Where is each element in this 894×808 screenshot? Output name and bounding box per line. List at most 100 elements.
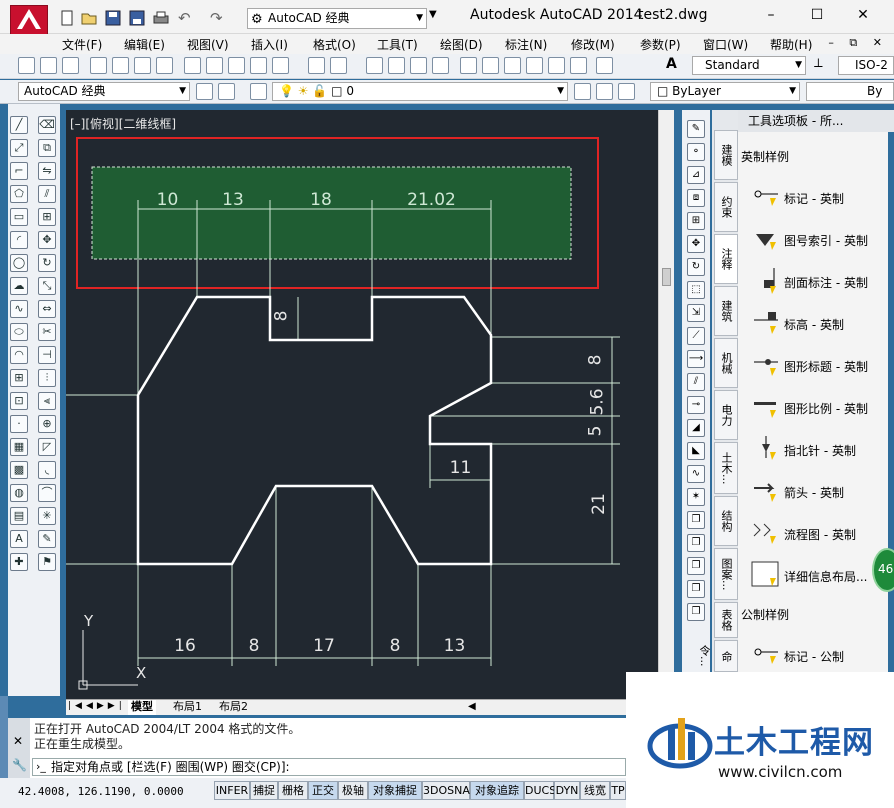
- tab-mechanical[interactable]: 机械: [714, 338, 738, 388]
- scale-tool-icon[interactable]: ⬚: [687, 281, 705, 299]
- dim-label: 8: [389, 636, 401, 656]
- status-polar[interactable]: 极轴: [338, 781, 368, 800]
- section-mark-icon: [764, 268, 776, 294]
- status-3dosnap[interactable]: 3DOSNAP: [422, 781, 477, 800]
- north-arrow-icon: [762, 436, 776, 460]
- dim-label: 17: [313, 636, 335, 656]
- tab-electrical[interactable]: 电力: [714, 390, 738, 440]
- layout-tabs-bar: |◀◀▶▶| 模型 布局1 布局2 ◀: [66, 699, 674, 715]
- command-window-handle[interactable]: ✕ 🔧: [8, 718, 30, 778]
- palette-item-label: 流程图 - 英制: [784, 528, 856, 542]
- dim-label: 8: [585, 354, 606, 366]
- mirror-tool-icon[interactable]: ⊿: [687, 166, 705, 184]
- prompt-icon: ›_: [36, 760, 46, 773]
- tool-palette-title[interactable]: 工具选项板 - 所...: [738, 110, 894, 132]
- stretch-tool-icon[interactable]: ⇲: [687, 304, 705, 322]
- tab-structural[interactable]: 结构: [714, 496, 738, 546]
- command-prompt: 指定对角点或 [栏选(F) 圈围(WP) 圈交(CP)]:: [51, 760, 290, 774]
- join-tool-icon[interactable]: ⊸: [687, 396, 705, 414]
- dim-label: 21.02: [407, 190, 456, 210]
- explode-tool-icon[interactable]: ✶: [687, 488, 705, 506]
- scale-bar-icon: [754, 402, 776, 418]
- coordinate-readout[interactable]: 42.4008, 126.1190, 0.0000: [18, 785, 184, 798]
- stack-2-icon[interactable]: ❐: [687, 534, 705, 552]
- vertical-scrollbar[interactable]: [658, 110, 674, 700]
- stack-3-icon[interactable]: ❐: [687, 557, 705, 575]
- dim-label: 5.6: [587, 388, 608, 416]
- dim-label: 10: [156, 190, 179, 210]
- title-mark-icon: [754, 359, 778, 376]
- status-grid[interactable]: 栅格: [278, 781, 308, 800]
- section-imperial: 英制样例: [741, 150, 790, 164]
- tab-layout1[interactable]: 布局1: [170, 700, 205, 715]
- break-tool-icon[interactable]: ⫽: [687, 373, 705, 391]
- ucs-x-label: X: [136, 664, 147, 682]
- notification-badge[interactable]: 46: [872, 548, 894, 592]
- stack-icon[interactable]: ❐: [687, 511, 705, 529]
- tab-modeling[interactable]: 建模: [714, 130, 738, 180]
- watermark-logo-icon: [647, 718, 713, 769]
- spline-tool-icon[interactable]: ∿: [687, 465, 705, 483]
- dimension-toolbar: ✎ ⚬ ⊿ ⧈ ⊞ ✥ ↻ ⬚ ⇲ ⟋ ⟶ ⫽ ⊸ ◢ ◣ ∿ ✶ ❐ ❐ ❐ …: [682, 110, 710, 672]
- hscroll-left-icon[interactable]: ◀: [468, 701, 476, 712]
- palette-item-label: 图号索引 - 英制: [784, 234, 868, 248]
- elevation-icon: [754, 312, 778, 334]
- dim-label: 5: [585, 425, 606, 437]
- tag-metric-icon: [754, 648, 778, 664]
- node-icon[interactable]: ⚬: [687, 143, 705, 161]
- dim-label: 16: [174, 636, 196, 656]
- drawing-index-icon: [756, 234, 776, 250]
- tab-architectural[interactable]: 建筑: [714, 286, 738, 336]
- dim-label: 21: [588, 493, 609, 515]
- tab-constraints[interactable]: 约束: [714, 182, 738, 232]
- flowchart-icon: [753, 523, 776, 544]
- wrench-icon[interactable]: 🔧: [12, 758, 27, 772]
- dim-label: 11: [449, 458, 472, 478]
- scroll-thumb[interactable]: [662, 268, 671, 286]
- trim-tool-icon[interactable]: ⟋: [687, 327, 705, 345]
- move-tool-icon[interactable]: ✥: [687, 235, 705, 253]
- tab-layout2[interactable]: 布局2: [216, 700, 251, 715]
- tag-icon: [754, 190, 778, 206]
- palette-item-label: 剖面标注 - 英制: [784, 276, 868, 290]
- chamfer-tool-icon[interactable]: ◢: [687, 419, 705, 437]
- status-otrack[interactable]: 对象追踪: [470, 781, 524, 800]
- palette-item-label: 箭头 - 英制: [784, 486, 844, 500]
- tab-annotation[interactable]: 注释: [714, 234, 738, 284]
- stack-5-icon[interactable]: ❐: [687, 603, 705, 621]
- fillet-tool-icon[interactable]: ◣: [687, 442, 705, 460]
- status-lineweight[interactable]: 线宽: [580, 781, 610, 800]
- stack-4-icon[interactable]: ❐: [687, 580, 705, 598]
- tab-tables[interactable]: 表格: [714, 602, 738, 638]
- tab-model[interactable]: 模型: [128, 700, 156, 715]
- tab-civil[interactable]: 土木...: [714, 442, 738, 494]
- status-ducs[interactable]: DUCS: [524, 781, 556, 800]
- watermark-text: 土木工程网: [714, 725, 874, 761]
- palette-item-label: 详细信息布局...: [784, 570, 868, 584]
- status-snap[interactable]: 捕捉: [250, 781, 278, 800]
- tab-command[interactable]: 命令...: [698, 640, 738, 672]
- group-icon[interactable]: ⧈: [687, 189, 705, 207]
- tab-nav-arrows-icon[interactable]: |◀◀▶▶|: [68, 701, 126, 711]
- status-infer[interactable]: INFER: [214, 781, 250, 800]
- palette-tabs: 建模 约束 注释 建筑 机械 电力 土木... 结构 图案... 表格 命令..…: [698, 110, 740, 672]
- rotate-tool-icon[interactable]: ↻: [687, 258, 705, 276]
- extend-tool-icon[interactable]: ⟶: [687, 350, 705, 368]
- status-dyn[interactable]: DYN: [554, 781, 580, 800]
- dim-label: 8: [248, 636, 260, 656]
- status-osnap[interactable]: 对象捕捉: [368, 781, 422, 800]
- command-input[interactable]: ›_ 指定对角点或 [栏选(F) 圈围(WP) 圈交(CP)]:: [32, 758, 626, 776]
- array-tool-icon[interactable]: ⊞: [687, 212, 705, 230]
- status-tp[interactable]: TP: [610, 781, 626, 800]
- status-ortho[interactable]: 正交: [308, 781, 338, 800]
- tab-hatch[interactable]: 图案...: [714, 548, 738, 600]
- palette-item-label: 标高 - 英制: [784, 318, 844, 332]
- dim-label: 8: [271, 310, 292, 322]
- part-outline: [136, 295, 493, 566]
- tool-palette: 英制样例 标记 - 英制 图号索引 - 英制 剖面标注 - 英制 标高 - 英制…: [738, 132, 888, 672]
- dim-label: 13: [443, 636, 466, 656]
- palette-item-label: 标记 - 公制: [784, 650, 844, 664]
- close-icon[interactable]: ✕: [13, 734, 23, 748]
- brush-icon[interactable]: ✎: [687, 120, 705, 138]
- dimensions: [66, 200, 620, 666]
